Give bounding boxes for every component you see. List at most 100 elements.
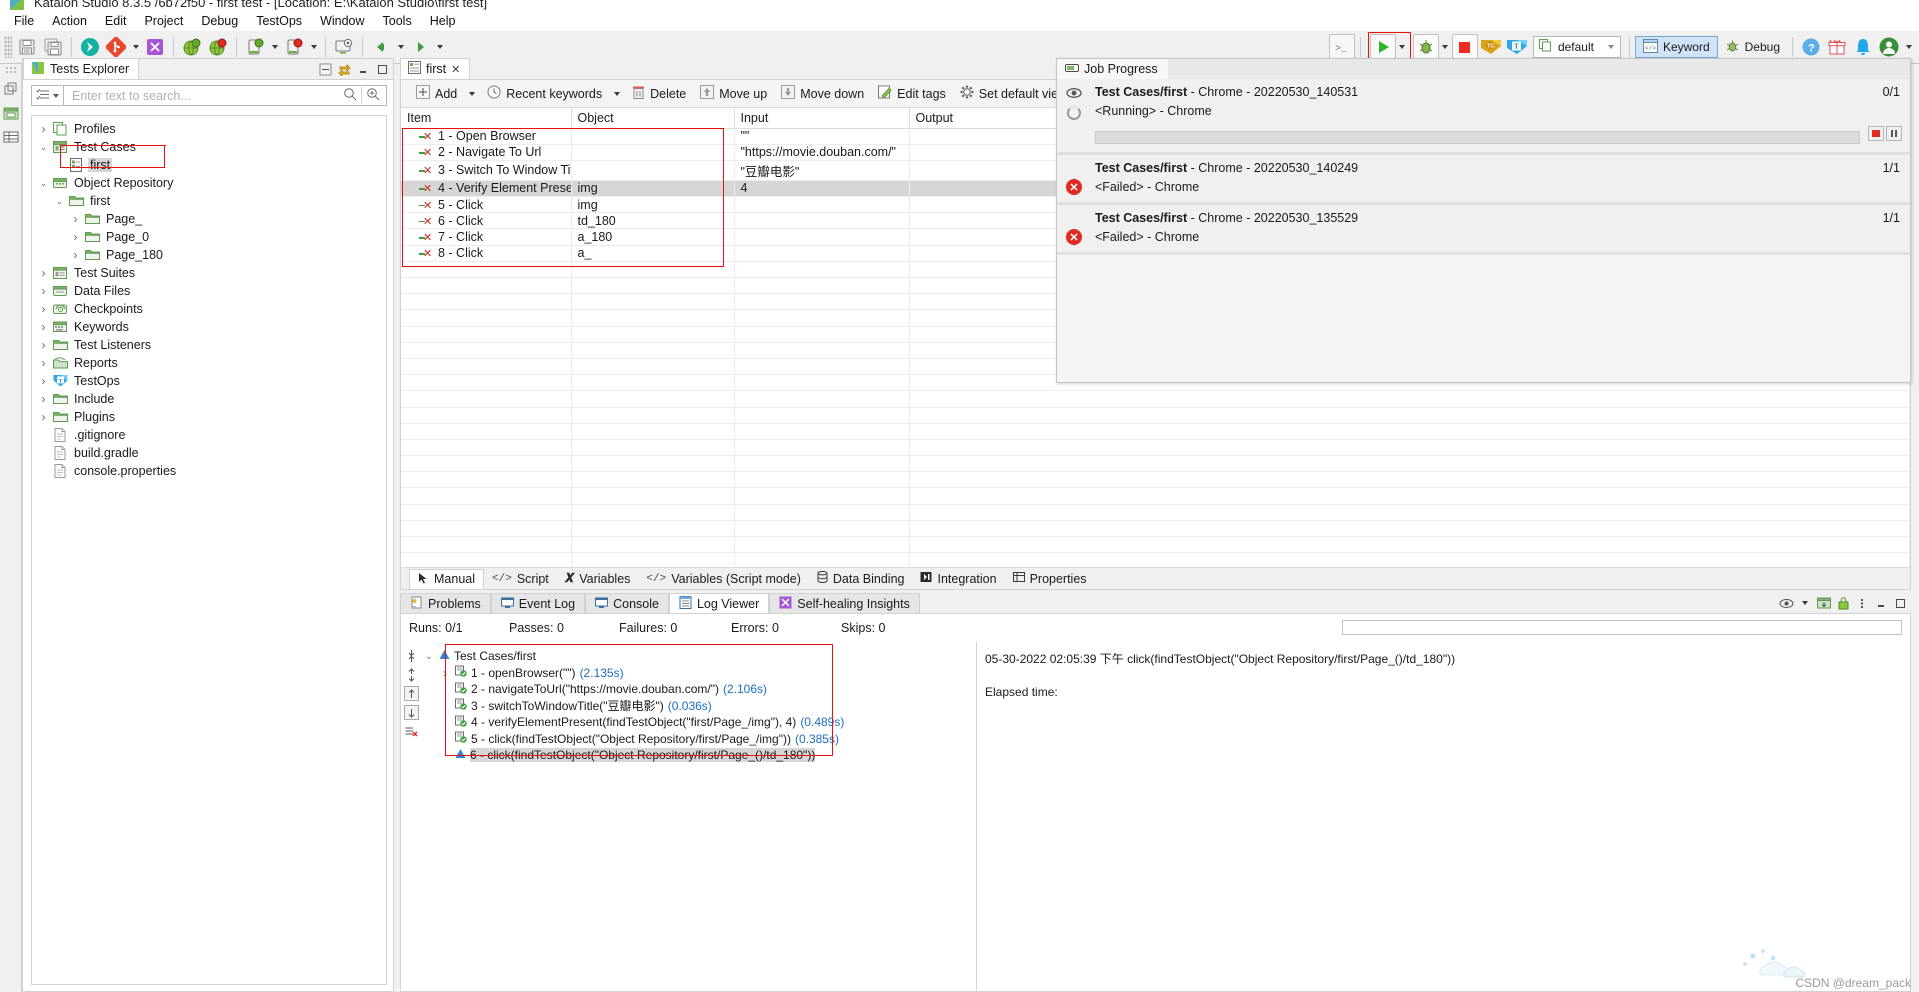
perspective-keyword-button[interactable]: </> Keyword: [1634, 36, 1718, 58]
log-row[interactable]: 5 - click(findTestObject("Object Reposit…: [423, 731, 976, 748]
tab-job-progress[interactable]: Job Progress: [1057, 59, 1168, 79]
eye-icon[interactable]: [1778, 595, 1794, 611]
debug-run-button[interactable]: [1412, 34, 1439, 60]
move-up-button[interactable]: Move up: [693, 82, 774, 106]
tree-node-checkpoints[interactable]: › Checkpoints: [32, 300, 386, 318]
view-menu-icon[interactable]: [1854, 595, 1870, 611]
help-icon[interactable]: ?: [1798, 34, 1824, 60]
strip-grip[interactable]: [5, 66, 16, 74]
log-row[interactable]: 4 - verifyElementPresent(findTestObject(…: [423, 714, 976, 731]
chevron-right-icon[interactable]: ›: [70, 248, 81, 262]
profile-caret-icon[interactable]: [1607, 45, 1614, 49]
mobile-record-caret-icon[interactable]: [268, 34, 281, 60]
forward-caret-icon[interactable]: [433, 34, 446, 60]
step-input-cell[interactable]: [734, 245, 910, 262]
chevron-right-icon[interactable]: ›: [38, 410, 49, 424]
tree-node-testops[interactable]: › T TestOps: [32, 372, 386, 390]
step-input-cell[interactable]: "https://movie.douban.com/": [734, 144, 910, 161]
tree-node-test-listeners[interactable]: › Test Listeners: [32, 336, 386, 354]
run-button[interactable]: [1369, 34, 1396, 60]
tests-explorer-strip-icon[interactable]: [0, 101, 22, 125]
chevron-right-icon[interactable]: ›: [38, 302, 49, 316]
account-avatar-icon[interactable]: [1876, 34, 1902, 60]
execution-profile-selector[interactable]: default: [1532, 36, 1621, 58]
mobile-spy-icon[interactable]: [281, 34, 307, 60]
tree-node-build-gradle[interactable]: build.gradle: [32, 444, 386, 462]
tree-node--gitignore[interactable]: .gitignore: [32, 426, 386, 444]
collapse-all-icon[interactable]: [317, 61, 333, 77]
chevron-down-icon[interactable]: ⌄: [38, 178, 49, 189]
tab-integration[interactable]: Integration: [912, 569, 1004, 589]
toolbar-grip[interactable]: [4, 36, 12, 58]
chevron-right-icon[interactable]: ›: [439, 666, 451, 680]
maximize-bottom-icon[interactable]: [1892, 595, 1908, 611]
chevron-down-icon[interactable]: ⌄: [54, 196, 65, 207]
step-item-cell[interactable]: ✕ 2 - Navigate To Url: [401, 144, 572, 161]
root-twisty-icon[interactable]: ⌄: [423, 651, 435, 662]
tab-variables[interactable]: 𝑿 Variables: [557, 569, 639, 589]
tab-problems[interactable]: Problems: [400, 593, 491, 613]
step-object-cell[interactable]: a_180: [571, 228, 735, 246]
run-dropdown-caret-icon[interactable]: [1396, 34, 1409, 60]
tab-script[interactable]: </> Script: [484, 569, 557, 589]
log-root-row[interactable]: ⌄ Test Cases/first: [423, 648, 976, 665]
notification-bell-icon[interactable]: [1850, 34, 1876, 60]
chevron-right-icon[interactable]: ›: [38, 320, 49, 334]
log-items[interactable]: ⌄ Test Cases/first › 1 - openBrowser("")(…: [421, 642, 976, 991]
close-icon[interactable]: ✕: [451, 63, 460, 76]
tree-node-test-cases[interactable]: ⌄ Test Cases: [32, 138, 386, 156]
export-log-icon[interactable]: [1816, 595, 1832, 611]
maximize-icon[interactable]: [374, 61, 390, 77]
mobile-record-icon[interactable]: [242, 34, 268, 60]
step-item-cell[interactable]: ✕ 6 - Click: [401, 212, 572, 230]
tab-data-binding[interactable]: Data Binding: [809, 569, 913, 589]
tree-node-page-180[interactable]: › Page_180: [32, 246, 386, 264]
tab-variables-script-mode[interactable]: </> Variables (Script mode): [638, 569, 809, 589]
col-object[interactable]: Object: [571, 108, 735, 129]
step-object-cell[interactable]: [571, 160, 735, 181]
chevron-right-icon[interactable]: ›: [38, 392, 49, 406]
tab-first[interactable]: first ✕: [400, 58, 471, 79]
back-icon[interactable]: [368, 34, 394, 60]
step-input-cell[interactable]: [734, 228, 910, 246]
search-box[interactable]: [63, 85, 387, 106]
mobile-spy-caret-icon[interactable]: [307, 34, 320, 60]
git-icon[interactable]: [103, 34, 129, 60]
step-object-cell[interactable]: [571, 128, 735, 145]
testcloud-icon[interactable]: TC: [1478, 34, 1504, 60]
menu-tools[interactable]: Tools: [374, 12, 421, 30]
tab-self-healing-insights[interactable]: Self-healing Insights: [769, 593, 920, 613]
step-object-cell[interactable]: [571, 144, 735, 161]
add-step-button[interactable]: Add: [409, 82, 464, 106]
job-pause-button[interactable]: [1886, 125, 1902, 144]
back-caret-icon[interactable]: [394, 34, 407, 60]
menu-file[interactable]: File: [5, 12, 43, 30]
tab-log-viewer[interactable]: Log Viewer: [668, 593, 770, 613]
minimize-icon[interactable]: [355, 61, 371, 77]
chevron-right-icon[interactable]: ›: [38, 338, 49, 352]
chevron-right-icon[interactable]: ›: [38, 266, 49, 280]
lock-icon[interactable]: [1835, 595, 1851, 611]
web-spy-icon[interactable]: [205, 34, 231, 60]
prev-failure-icon[interactable]: [403, 686, 419, 701]
col-item[interactable]: Item: [401, 108, 572, 129]
link-editor-icon[interactable]: [336, 61, 352, 77]
log-row[interactable]: 2 - navigateToUrl("https://movie.douban.…: [423, 681, 976, 698]
eye-caret-icon[interactable]: [1797, 595, 1813, 611]
step-object-cell[interactable]: img: [571, 180, 735, 198]
expand-all-log-icon[interactable]: [404, 667, 419, 682]
add-caret-icon[interactable]: [464, 82, 480, 106]
stop-button[interactable]: [1451, 34, 1478, 60]
tree-node-plugins[interactable]: › Plugins: [32, 408, 386, 426]
chevron-down-icon[interactable]: ⌄: [38, 142, 49, 153]
log-row[interactable]: 3 - switchToWindowTitle("豆瓣电影") (0.036s): [423, 698, 976, 715]
git-dropdown-caret-icon[interactable]: [129, 34, 142, 60]
menu-action[interactable]: Action: [43, 12, 96, 30]
step-object-cell[interactable]: img: [571, 196, 735, 214]
step-input-cell[interactable]: "": [734, 128, 910, 145]
tree-node-include[interactable]: › Include: [32, 390, 386, 408]
search-icon[interactable]: [339, 87, 361, 104]
step-object-cell[interactable]: td_180: [571, 212, 735, 230]
step-item-cell[interactable]: ✕ 4 - Verify Element Present: [401, 180, 572, 198]
project-tree[interactable]: › Profiles ⌄ Test Cases first ⌄ Object Reposit…: [31, 115, 387, 985]
